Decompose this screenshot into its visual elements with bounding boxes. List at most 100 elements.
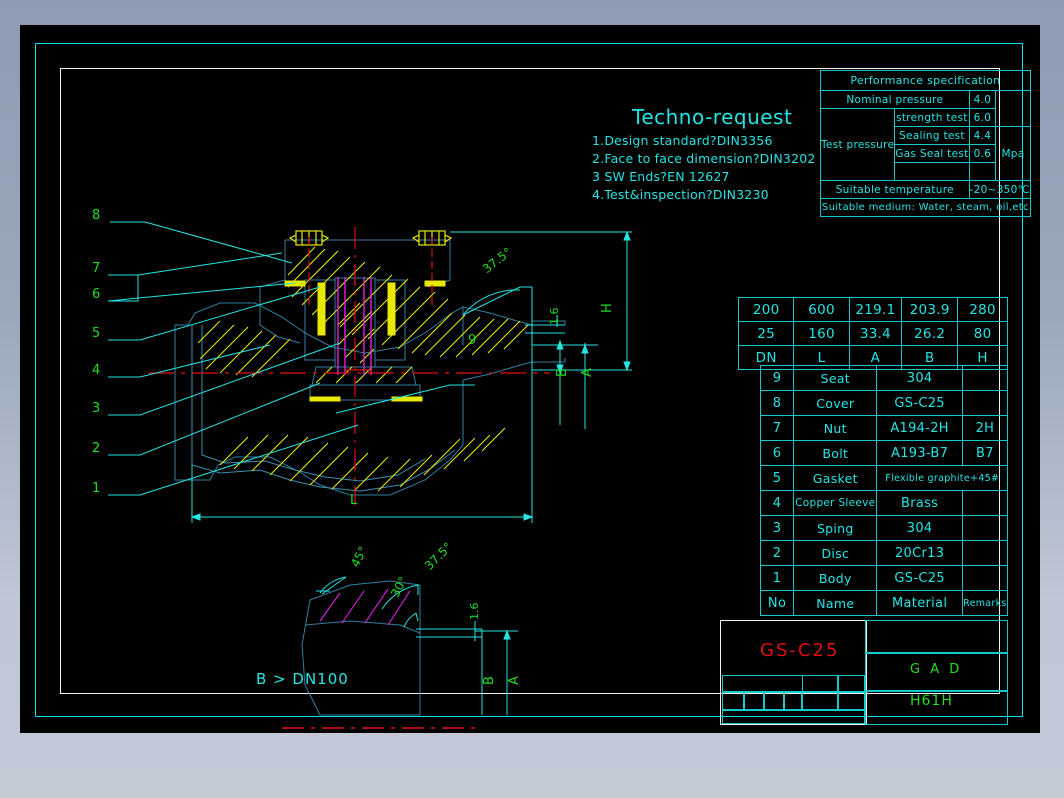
part-4-name: Copper Sleeve — [793, 490, 878, 516]
perf-row-sealing-value: 4.4 — [968, 126, 997, 145]
tb-left-row-3 — [722, 710, 865, 724]
part-2-no: 2 — [759, 540, 795, 566]
parts-list-table: 9 Seat 304 8 Cover GS-C25 7 Nut A194-2H … — [759, 365, 1009, 616]
tb-left-cell-6 — [838, 675, 865, 710]
table-row: 7 Nut A194-2H 2H — [759, 415, 1009, 441]
perf-row-strength-sub: strength test — [894, 108, 970, 127]
perf-row-empty-value — [968, 162, 997, 181]
leader-number-2: 2 — [92, 441, 101, 456]
dim-r1-c5: 280 — [957, 297, 1008, 322]
dim-r2-c2: 160 — [793, 321, 850, 346]
dimension-lines — [190, 230, 632, 523]
detail-view-outline — [301, 580, 421, 716]
tb-left-cell-5 — [802, 675, 838, 710]
title-block-model: H61H — [910, 693, 953, 709]
part-1-name: Body — [793, 565, 878, 591]
title-block-material: GS-C25 — [760, 640, 840, 661]
perf-medium: Suitable medium: Water, steam, oil,etc — [820, 198, 1031, 217]
parts-hdr-no: No — [759, 590, 795, 616]
drawing-sheet: Techno-request 1.Design standard?DIN3356… — [20, 25, 1040, 733]
tb-left-cell-2 — [744, 692, 764, 710]
dim-r1-c4: 203.9 — [901, 297, 959, 322]
title-block: GS-C25 G A D H61H — [720, 620, 1008, 725]
part-8-material: GS-C25 — [876, 390, 963, 416]
part-6-no: 6 — [759, 440, 795, 466]
part-2-material: 20Cr13 — [876, 540, 963, 566]
dim-label-B: B — [555, 368, 570, 377]
table-row: 200 600 219.1 203.9 280 — [737, 297, 1008, 322]
dim-label-A: A — [580, 368, 595, 377]
part-2-name: Disc — [793, 540, 878, 566]
leader-number-6: 6 — [92, 287, 101, 302]
part-1-remarks — [961, 565, 1009, 591]
leader-number-7: 7 — [92, 261, 101, 276]
table-row: 2 Disc 20Cr13 — [759, 540, 1009, 566]
perf-row-empty-sub — [894, 162, 970, 181]
table-row: 1 Body GS-C25 — [759, 565, 1009, 591]
techno-request-title: Techno-request — [632, 105, 793, 129]
perf-temperature-label: Suitable temperature — [820, 180, 970, 199]
part-4-no: 4 — [759, 490, 795, 516]
dim-r2-c1: 25 — [737, 321, 795, 346]
part-3-no: 3 — [759, 515, 795, 541]
part-3-name: Sping — [793, 515, 878, 541]
part-5-name: Gasket — [793, 465, 878, 491]
part-9-remarks — [961, 365, 1009, 391]
part-6-name: Bolt — [793, 440, 878, 466]
parts-hdr-name: Name — [793, 590, 878, 616]
perf-row-gasseal-value: 0.6 — [968, 144, 997, 163]
table-row: 9 Seat 304 — [759, 365, 1009, 391]
part-5-material: Flexible graphite+45# — [876, 465, 1008, 491]
part-9-name: Seat — [793, 365, 878, 391]
table-row: 3 Sping 304 — [759, 515, 1009, 541]
parts-hdr-material: Material — [876, 590, 963, 616]
perf-nominal-unit-spacer — [995, 90, 1031, 127]
part-8-remarks — [961, 390, 1009, 416]
perf-title: Performance specification — [820, 70, 1031, 91]
part-9-material: 304 — [876, 365, 963, 391]
part-7-material: A194-2H — [876, 415, 963, 441]
detail-dim-roughness: 1.6 — [468, 602, 481, 621]
part-7-remarks: 2H — [961, 415, 1009, 441]
part-3-material: 304 — [876, 515, 963, 541]
part-2-remarks — [961, 540, 1009, 566]
part-8-name: Cover — [793, 390, 878, 416]
note-line-4: 4.Test&inspection?DIN3230 — [592, 187, 769, 202]
perf-row-nominal-value: 4.0 — [968, 90, 997, 109]
table-header-row: No Name Material Remarks — [759, 590, 1009, 616]
part-1-no: 1 — [759, 565, 795, 591]
dim-r1-c2: 600 — [793, 297, 850, 322]
section-hatching-yellow — [197, 246, 529, 492]
dim-label-L: L — [350, 493, 358, 508]
perf-temperature-value: -20~350℃ — [968, 180, 1031, 199]
note-line-1: 1.Design standard?DIN3356 — [592, 133, 773, 148]
bolt-nut-symbols — [288, 230, 453, 246]
table-row: 6 Bolt A193-B7 B7 — [759, 440, 1009, 466]
part-4-material: Brass — [876, 490, 963, 516]
detail-dim-A: A — [507, 676, 522, 685]
part-7-no: 7 — [759, 415, 795, 441]
dim-r2-c5: 80 — [957, 321, 1008, 346]
note-line-2: 2.Face to face dimension?DIN3202 — [592, 151, 816, 166]
perf-unit-mpa: Mpa — [995, 126, 1031, 181]
valve-body-outline — [174, 239, 566, 496]
dim-r1-c1: 200 — [737, 297, 795, 322]
dim-label-H: H — [600, 303, 615, 313]
dim-r2-c4: 26.2 — [901, 321, 959, 346]
leader-number-4: 4 — [92, 363, 101, 378]
perf-row-strength-value: 6.0 — [968, 108, 997, 127]
dim-label-roughness: 1.6 — [548, 307, 561, 326]
perf-row-sealing-sub: Sealing test — [894, 126, 970, 145]
leader-number-1: 1 — [92, 481, 101, 496]
leader-number-8: 8 — [92, 208, 101, 223]
parts-hdr-remarks: Remarks — [961, 590, 1009, 616]
part-8-no: 8 — [759, 390, 795, 416]
detail-view-caption: B > DN100 — [256, 670, 349, 688]
tb-left-cell-3 — [764, 692, 784, 710]
table-row: 8 Cover GS-C25 — [759, 390, 1009, 416]
part-5-no: 5 — [759, 465, 795, 491]
table-row: 25 160 33.4 26.2 80 — [737, 321, 1008, 346]
spring-hatch-magenta — [337, 277, 372, 375]
table-row: 5 Gasket Flexible graphite+45# — [759, 465, 1008, 491]
part-3-remarks — [961, 515, 1009, 541]
